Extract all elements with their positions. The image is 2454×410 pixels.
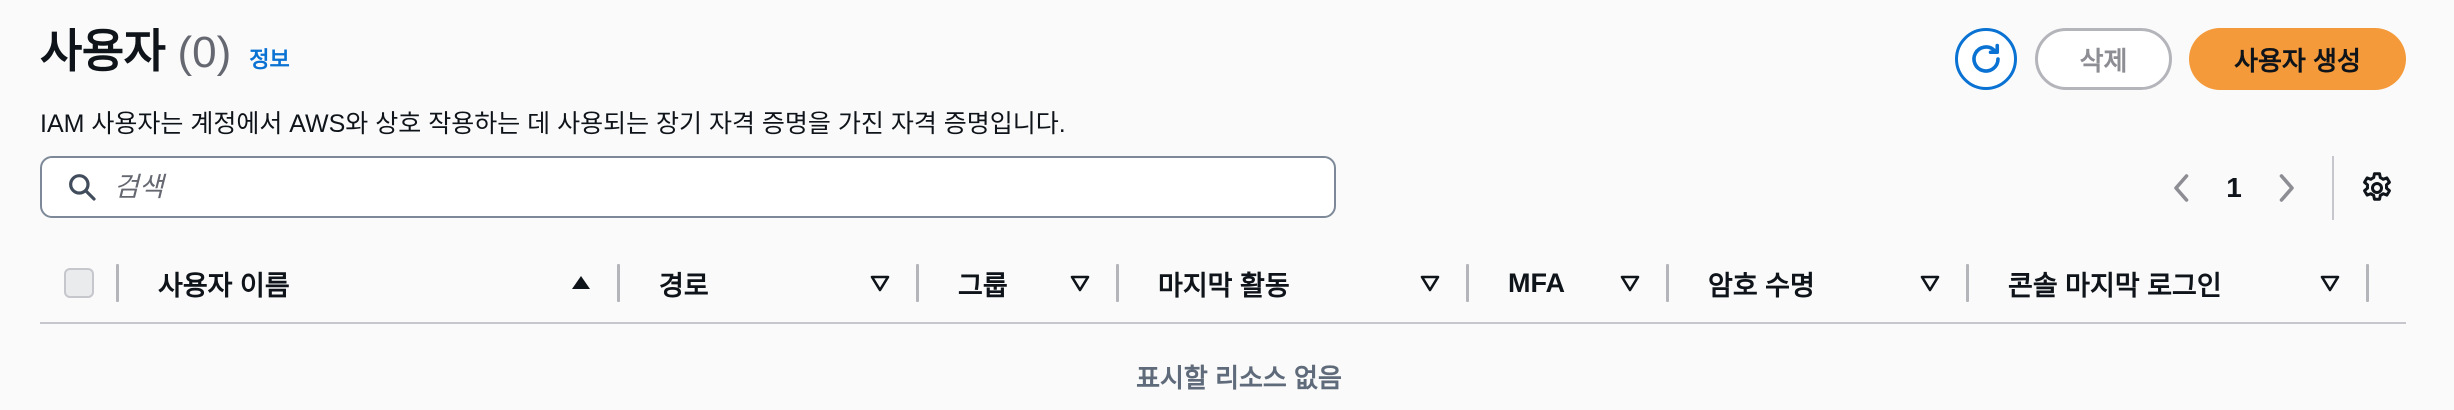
sort-icon[interactable] xyxy=(1418,271,1442,295)
column-header-user-name[interactable]: 사용자 이름 xyxy=(158,254,290,312)
column-separator[interactable] xyxy=(1466,264,1469,302)
sort-icon[interactable] xyxy=(2318,271,2342,295)
refresh-button[interactable] xyxy=(1955,28,2017,90)
column-separator[interactable] xyxy=(1116,264,1119,302)
users-table-header: 사용자 이름 경로 그룹 마지막 활동 MFA 암호 수명 콘솔 마지막 로그인 xyxy=(40,254,2406,324)
sort-icon[interactable] xyxy=(1618,271,1642,295)
page-title: 사용자 xyxy=(40,25,166,77)
column-separator[interactable] xyxy=(916,264,919,302)
search-input[interactable] xyxy=(112,170,1296,204)
page-description: IAM 사용자는 계정에서 AWS와 상호 작용하는 데 사용되는 장기 자격 … xyxy=(40,110,1066,138)
gear-icon xyxy=(2359,170,2395,206)
info-link[interactable]: 정보 xyxy=(249,42,289,74)
sort-icon[interactable] xyxy=(1918,271,1942,295)
pagination: 1 xyxy=(2160,160,2308,216)
page-number[interactable]: 1 xyxy=(2204,172,2264,204)
column-separator[interactable] xyxy=(1966,264,1969,302)
sort-ascending-icon[interactable] xyxy=(569,271,593,295)
user-count: (0) xyxy=(177,28,232,77)
column-header-last-activity[interactable]: 마지막 활동 xyxy=(1158,254,1290,312)
column-label: 그룹 xyxy=(958,270,1008,301)
sort-icon[interactable] xyxy=(1068,271,1092,295)
column-label: 암호 수명 xyxy=(1708,270,1815,301)
chevron-right-icon[interactable] xyxy=(2264,160,2308,216)
column-separator[interactable] xyxy=(1666,264,1669,302)
page-header: 사용자 (0) 정보 xyxy=(40,28,290,75)
column-separator[interactable] xyxy=(2366,264,2369,302)
column-separator xyxy=(116,264,119,302)
table-settings-button[interactable] xyxy=(2356,167,2398,209)
sort-icon[interactable] xyxy=(868,271,892,295)
column-header-mfa[interactable]: MFA xyxy=(1508,254,1565,312)
column-label: MFA xyxy=(1508,267,1565,298)
search-field[interactable] xyxy=(40,156,1336,218)
column-separator[interactable] xyxy=(617,264,620,302)
empty-state-message: 표시할 리소스 없음 xyxy=(1136,363,1342,393)
column-label: 경로 xyxy=(659,270,709,301)
chevron-left-icon[interactable] xyxy=(2160,160,2204,216)
search-icon xyxy=(62,167,102,207)
pagination-divider xyxy=(2332,156,2334,220)
column-header-console-last-sign-in[interactable]: 콘솔 마지막 로그인 xyxy=(2008,254,2222,312)
create-user-button[interactable]: 사용자 생성 xyxy=(2189,28,2406,90)
column-label: 콘솔 마지막 로그인 xyxy=(2008,270,2222,301)
select-all-checkbox[interactable] xyxy=(64,268,94,298)
delete-button[interactable]: 삭제 xyxy=(2035,28,2172,90)
column-label: 사용자 이름 xyxy=(158,270,290,301)
column-header-path[interactable]: 경로 xyxy=(659,254,709,312)
column-header-password-age[interactable]: 암호 수명 xyxy=(1708,254,1815,312)
iam-users-page: 사용자 (0) 정보 IAM 사용자는 계정에서 AWS와 상호 작용하는 데 … xyxy=(0,0,2454,410)
column-header-groups[interactable]: 그룹 xyxy=(958,254,1008,312)
refresh-icon xyxy=(1968,41,2004,77)
column-label: 마지막 활동 xyxy=(1158,270,1290,301)
